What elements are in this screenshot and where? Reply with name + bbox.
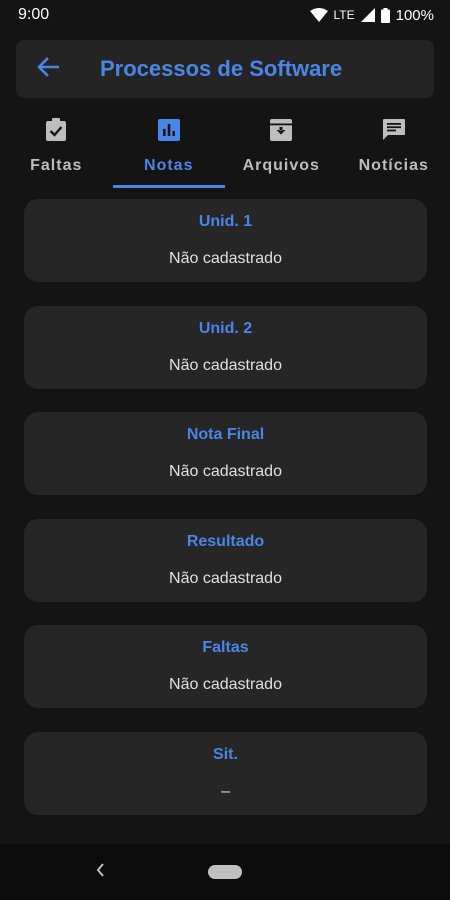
card-title: Unid. 2	[198, 319, 253, 337]
status-bar: 9:00 LTE 100%	[0, 0, 450, 30]
card-title: Faltas	[202, 639, 249, 656]
signal-icon	[360, 8, 375, 22]
card-title: Unid. 1	[198, 213, 253, 230]
grade-card-sit: Sit. –	[24, 731, 427, 815]
card-title: Resultado	[186, 532, 265, 550]
app-bar: Processos de Software	[16, 40, 434, 98]
tab-notas[interactable]: Notas	[112, 110, 226, 190]
card-value: Não cadastrado	[169, 463, 282, 480]
battery-icon	[380, 7, 390, 23]
card-value: Não cadastrado	[169, 356, 282, 374]
tab-arquivos[interactable]: Arquivos	[225, 110, 338, 190]
battery-level: 100%	[395, 6, 434, 24]
status-icons: LTE 100%	[309, 6, 434, 24]
tab-faltas[interactable]: Faltas	[0, 110, 113, 190]
nav-home-pill[interactable]	[208, 865, 242, 879]
card-value: –	[221, 782, 230, 800]
nav-back-button[interactable]	[90, 860, 110, 884]
wifi-icon	[309, 8, 328, 22]
grade-card-unid-1: Unid. 1 Não cadastrado	[24, 199, 427, 282]
arrow-left-icon	[37, 56, 60, 82]
grade-card-nota-final: Nota Final Não cadastrado	[24, 412, 427, 495]
tab-noticias[interactable]: Notícias	[338, 110, 450, 190]
chevron-left-icon	[95, 862, 105, 883]
tab-label: Notícias	[358, 157, 429, 174]
card-value: Não cadastrado	[169, 676, 282, 693]
tab-bar: Faltas Notas Arquivos Notícias	[0, 110, 450, 190]
card-value: Não cadastrado	[169, 569, 282, 587]
clipboard-check-icon	[45, 117, 67, 143]
tab-label: Arquivos	[242, 157, 320, 174]
archive-icon	[270, 117, 293, 143]
grade-card-unid-2: Unid. 2 Não cadastrado	[24, 305, 427, 389]
card-title: Sit.	[213, 745, 238, 763]
grade-card-faltas: Faltas Não cadastrado	[24, 625, 427, 708]
tab-label: Notas	[144, 157, 194, 174]
back-button[interactable]	[16, 40, 80, 98]
page-title: Processos de Software	[100, 56, 343, 81]
status-time: 9:00	[18, 6, 50, 23]
card-value: Não cadastrado	[169, 250, 282, 267]
grade-card-resultado: Resultado Não cadastrado	[24, 518, 427, 602]
bar-chart-icon	[157, 117, 180, 143]
system-nav-bar	[0, 844, 450, 900]
message-icon	[382, 117, 406, 143]
grades-list: Unid. 1 Não cadastrado Unid. 2 Não cadas…	[24, 199, 427, 838]
tab-label: Faltas	[30, 157, 83, 174]
network-type: LTE	[333, 8, 355, 22]
card-title: Nota Final	[186, 426, 265, 443]
